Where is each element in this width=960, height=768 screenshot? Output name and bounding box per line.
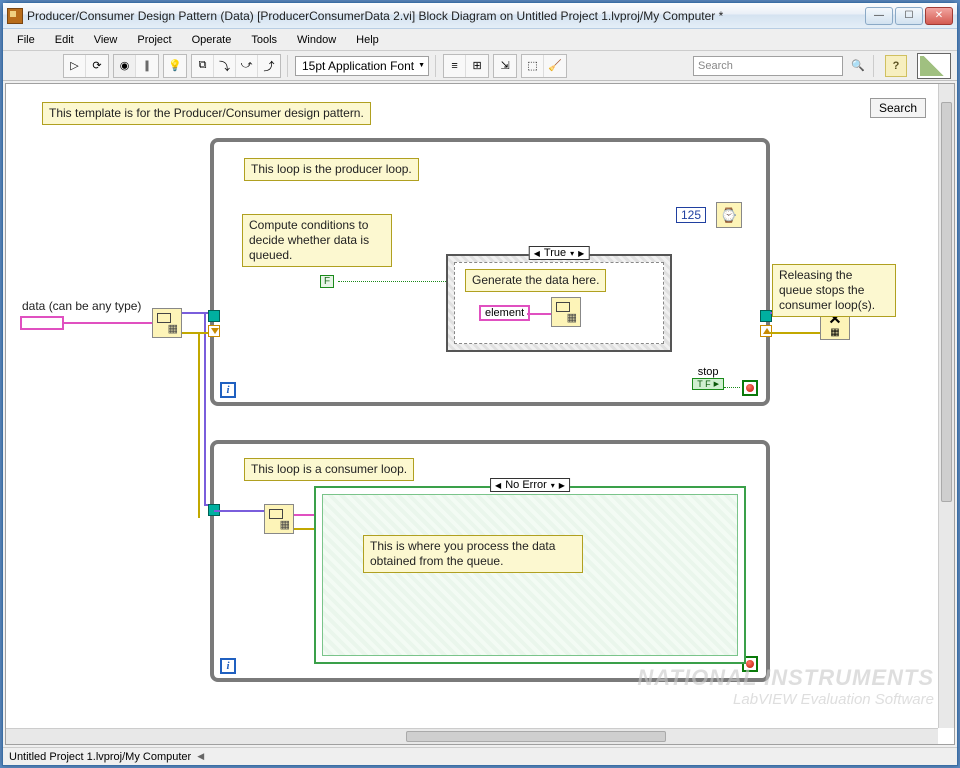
wire-dequeue-data — [294, 514, 314, 516]
menu-edit[interactable]: Edit — [47, 32, 82, 48]
menu-view[interactable]: View — [86, 32, 126, 48]
step-into-button[interactable]: ⤵ — [214, 55, 236, 77]
shift-reg-left-down — [208, 325, 220, 337]
stop-control-label: stop — [698, 366, 719, 378]
align-button[interactable]: ≡ — [444, 55, 466, 77]
consumer-loop[interactable]: i This loop is a consumer loop. ◀ No Err… — [210, 440, 770, 682]
menu-project[interactable]: Project — [129, 32, 179, 48]
menu-tools[interactable]: Tools — [243, 32, 285, 48]
tunnel-queue-in — [208, 310, 220, 322]
comment-producer-title: This loop is the producer loop. — [244, 158, 419, 181]
wait-ms-node[interactable] — [716, 202, 742, 228]
case-prev-icon-2[interactable]: ◀ — [495, 481, 501, 490]
toolbar: ▷ ⟳ ◉ ∥ 💡 ⧉ ⤵ ⤻ ⤴ 15pt Application Font … — [3, 51, 957, 81]
watermark-product: LabVIEW Evaluation Software — [637, 691, 934, 708]
minimize-button[interactable]: — — [865, 7, 893, 25]
producer-loop[interactable]: i This loop is the producer loop. Comput… — [210, 138, 770, 406]
step-out-button[interactable]: ⤴ — [258, 55, 280, 77]
data-constant[interactable] — [20, 316, 64, 330]
hscroll-thumb[interactable] — [406, 731, 666, 742]
wire-err-to-release — [770, 332, 820, 334]
wire-err-split — [198, 332, 200, 518]
wire-queue-split-v — [204, 312, 206, 506]
data-type-label: data (can be any type) — [22, 299, 141, 313]
maximize-button[interactable]: ☐ — [895, 7, 923, 25]
search-icon[interactable]: 🔍 — [849, 57, 867, 75]
comment-compute: Compute conditions to decide whether dat… — [242, 214, 392, 267]
wire-bool-to-case — [338, 281, 446, 282]
element-constant[interactable]: element — [479, 305, 530, 321]
window-title: Producer/Consumer Design Pattern (Data) … — [27, 9, 865, 23]
wire-data-to-queue — [64, 322, 152, 324]
status-chevron-icon: ◀ — [197, 751, 204, 762]
comment-process: This is where you process the data obtai… — [363, 535, 583, 573]
status-path: Untitled Project 1.lvproj/My Computer — [9, 751, 191, 763]
distribute-button[interactable]: ⊞ — [466, 55, 488, 77]
case-dropdown-icon-2[interactable]: ▾ — [551, 481, 555, 490]
font-select[interactable]: 15pt Application Font — [295, 56, 429, 76]
stop-control[interactable]: stop T F — [692, 366, 724, 390]
abort-button[interactable]: ◉ — [114, 55, 136, 77]
diagram-search-button[interactable]: Search — [870, 98, 926, 118]
shift-reg-right-up — [760, 325, 772, 337]
horizontal-scrollbar[interactable] — [6, 728, 938, 744]
vscroll-thumb[interactable] — [941, 102, 952, 502]
iteration-terminal-icon: i — [220, 382, 236, 398]
case-selector-label: True — [544, 247, 566, 259]
menu-file[interactable]: File — [9, 32, 43, 48]
pause-button[interactable]: ∥ — [136, 55, 158, 77]
bool-false-constant[interactable]: F — [320, 275, 334, 288]
titlebar[interactable]: Producer/Consumer Design Pattern (Data) … — [3, 3, 957, 29]
consumer-case-structure[interactable]: ◀ No Error ▾ ▶ This is where you process… — [314, 486, 746, 664]
comment-release: Releasing the queue stops the consumer l… — [772, 264, 896, 317]
wire-dequeue-err — [294, 528, 314, 530]
wire-queue-main — [182, 312, 206, 314]
case-prev-icon[interactable]: ◀ — [534, 249, 540, 258]
case-dropdown-icon[interactable]: ▾ — [570, 249, 574, 258]
menubar: File Edit View Project Operate Tools Win… — [3, 29, 957, 51]
app-icon — [7, 8, 23, 24]
run-button[interactable]: ▷ — [64, 55, 86, 77]
retain-wire-button[interactable]: ⧉ — [192, 55, 214, 77]
vi-icon[interactable] — [917, 53, 951, 79]
cleanup-button[interactable]: 🧹 — [544, 55, 566, 77]
close-button[interactable]: ✕ — [925, 7, 953, 25]
search-input[interactable]: Search — [693, 56, 843, 76]
dequeue-node[interactable] — [264, 504, 294, 534]
highlight-exec-button[interactable]: 💡 — [164, 55, 186, 77]
stop-control-terminal: T F — [692, 378, 724, 390]
iteration-terminal-icon-2: i — [220, 658, 236, 674]
reorder-button[interactable]: ⬚ — [522, 55, 544, 77]
block-diagram-canvas[interactable]: This template is for the Producer/Consum… — [5, 83, 955, 745]
comment-template: This template is for the Producer/Consum… — [42, 102, 371, 125]
menu-window[interactable]: Window — [289, 32, 344, 48]
help-button[interactable]: ? — [885, 55, 907, 77]
run-continuous-button[interactable]: ⟳ — [86, 55, 108, 77]
loop-stop-terminal[interactable] — [742, 380, 758, 396]
wait-ms-constant[interactable]: 125 — [676, 207, 706, 223]
case-next-icon-2[interactable]: ▶ — [559, 481, 565, 490]
app-window: Producer/Consumer Design Pattern (Data) … — [2, 2, 958, 766]
comment-generate: Generate the data here. — [465, 269, 606, 292]
enqueue-node[interactable] — [551, 297, 581, 327]
statusbar: Untitled Project 1.lvproj/My Computer ◀ — [3, 747, 957, 765]
vertical-scrollbar[interactable] — [938, 84, 954, 728]
wire-element — [527, 313, 551, 315]
comment-consumer-title: This loop is a consumer loop. — [244, 458, 414, 481]
case-selector-2[interactable]: ◀ No Error ▾ ▶ — [490, 478, 570, 492]
resize-button[interactable]: ⇲ — [494, 55, 516, 77]
menu-help[interactable]: Help — [348, 32, 387, 48]
case-next-icon[interactable]: ▶ — [578, 249, 584, 258]
menu-operate[interactable]: Operate — [184, 32, 240, 48]
obtain-queue-node[interactable] — [152, 308, 182, 338]
step-over-button[interactable]: ⤻ — [236, 55, 258, 77]
wire-stop-bool — [724, 387, 740, 388]
case-selector[interactable]: ◀ True ▾ ▶ — [529, 246, 590, 260]
producer-case-structure[interactable]: ◀ True ▾ ▶ Generate the data here. eleme… — [446, 254, 672, 352]
wire-queue-dequeue — [214, 510, 264, 512]
case-selector-label-2: No Error — [505, 479, 547, 491]
